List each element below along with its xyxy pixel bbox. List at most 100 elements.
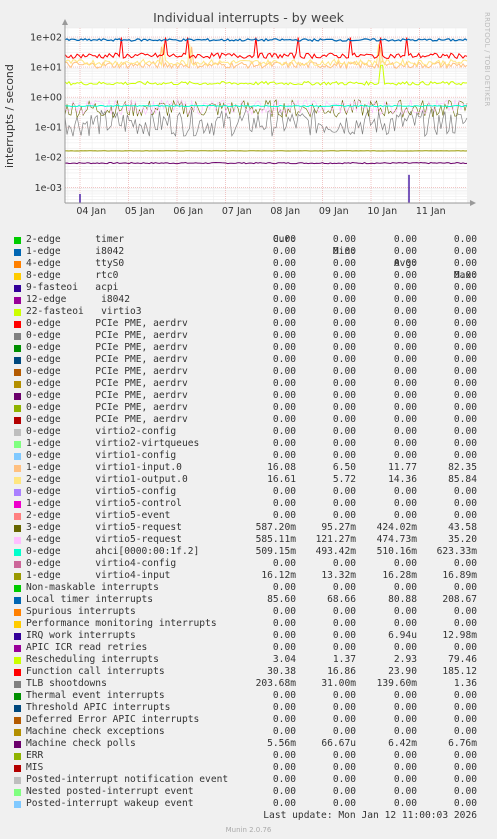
legend-header: Cur: Min: Avg: Max: [0, 222, 497, 281]
legend-max-value: 35.20 [448, 534, 477, 545]
legend-series-name: Deferred Error APIC interrupts [26, 714, 200, 725]
legend-row: 0-edge PCIe PME, aerdrv 0.00 0.00 0.00 0.00 [0, 354, 497, 366]
legend-row: 1-edge virtio1-input.0 16.08 6.50 11.77 82.3… [0, 462, 497, 474]
legend-row: 4-edge virtio5-request 585.11m 121.27m 474.… [0, 534, 497, 546]
legend-row: 2-edge timer 0.00 0.00 0.00 0.00 [0, 234, 497, 246]
x-axis-arrow [470, 200, 476, 206]
legend-series-name: IRQ work interrupts [26, 630, 136, 641]
legend-series-name: Machine check exceptions [26, 726, 165, 737]
legend-swatch [14, 297, 21, 304]
legend-swatch [14, 237, 21, 244]
legend-series-name: TLB shootdowns [26, 678, 107, 689]
legend-max-value: 85.84 [448, 474, 477, 485]
legend-min-value: 0.00 [332, 726, 356, 737]
legend-row: 1-edge i8042 0.00 0.00 0.00 0.00 [0, 246, 497, 258]
legend-min-value: 5.72 [332, 474, 356, 485]
y-tick-label: 1e-03 [35, 183, 62, 194]
legend-max-value: 0.00 [453, 306, 477, 317]
legend-min-value: 95.27m [321, 522, 356, 533]
legend-swatch [14, 741, 21, 748]
legend-row: 0-edge PCIe PME, aerdrv 0.00 0.00 0.00 0.00 [0, 342, 497, 354]
legend-series-name: ERR [26, 750, 44, 761]
legend-min-value: 31.00m [321, 678, 356, 689]
y-tick-label: 1e+00 [30, 93, 62, 104]
legend-max-value: 0.00 [453, 702, 477, 713]
legend-series-name: 12-edge i8042 [26, 294, 130, 305]
legend-series-name: Posted-interrupt notification event [26, 774, 229, 785]
x-tick-label: 09 Jan [319, 206, 349, 217]
legend-max-value: 0.00 [453, 354, 477, 365]
legend-max-value: 0.00 [453, 258, 477, 269]
legend-swatch [14, 501, 21, 508]
legend-series-name: Non-maskable interrupts [26, 582, 159, 593]
legend-row: Performance monitoring interrupts 0.00 0.0… [0, 618, 497, 630]
legend-swatch [14, 405, 21, 412]
legend-row: 0-edge PCIe PME, aerdrv 0.00 0.00 0.00 0.00 [0, 318, 497, 330]
legend-min-value: 0.00 [332, 342, 356, 353]
legend-row: Threshold APIC interrupts 0.00 0.00 0.00 0.0… [0, 702, 497, 714]
legend-min-value: 493.42m [315, 546, 356, 557]
legend-max-value: 623.33m [436, 546, 477, 557]
legend-min-value: 0.00 [332, 486, 356, 497]
legend-swatch [14, 777, 21, 784]
legend-max-value: 0.00 [453, 714, 477, 725]
legend-min-value: 0.00 [332, 402, 356, 413]
legend-series-name: Spurious interrupts [26, 606, 136, 617]
legend-table: Cur: Min: Avg: Max: 2-edge timer 0.00 0.00… [0, 222, 497, 810]
legend-swatch [14, 285, 21, 292]
legend-min-value: 0.00 [332, 690, 356, 701]
legend-row: Thermal event interrupts 0.00 0.00 0.00 0.00 [0, 690, 497, 702]
legend-min-value: 0.00 [332, 306, 356, 317]
legend-row: Non-maskable interrupts 0.00 0.00 0.00 0.00 [0, 582, 497, 594]
legend-swatch [14, 573, 21, 580]
legend-min-value: 0.00 [332, 366, 356, 377]
legend-max-value: 0.00 [453, 774, 477, 785]
legend-row: Posted-interrupt notification event 0.00 0… [0, 774, 497, 786]
legend-swatch [14, 549, 21, 556]
legend-max-value: 0.00 [453, 726, 477, 737]
legend-row: ERR 0.00 0.00 0.00 0.00 [0, 750, 497, 762]
legend-max-value: 0.00 [453, 762, 477, 773]
legend-row: 0-edge virtio4-config 0.00 0.00 0.00 0.00 [0, 558, 497, 570]
legend-swatch [14, 441, 21, 448]
legend-swatch [14, 345, 21, 352]
legend-row: Spurious interrupts 0.00 0.00 0.00 0.00 [0, 606, 497, 618]
legend-swatch [14, 657, 21, 664]
legend-max-value: 0.00 [453, 438, 477, 449]
legend-max-value: 0.00 [453, 234, 477, 245]
legend-series-name: 22-fasteoi virtio3 [26, 306, 142, 317]
legend-max-value: 0.00 [453, 582, 477, 593]
legend-series-name: 0-edge virtio2-config [26, 426, 177, 437]
legend-row: Nested posted-interrupt event 0.00 0.00 0.0… [0, 786, 497, 798]
y-tick-label: 1e+02 [30, 33, 62, 44]
legend-swatch [14, 669, 21, 676]
legend-series-name: 2-edge virtio5-event [26, 510, 171, 521]
legend-min-value: 0.00 [332, 354, 356, 365]
legend-series-name: 2-edge timer [26, 234, 125, 245]
legend-series-name: 0-edge PCIe PME, aerdrv [26, 354, 188, 365]
legend-swatch [14, 609, 21, 616]
legend-max-value: 1.36 [453, 678, 477, 689]
legend-swatch [14, 561, 21, 568]
legend-max-value: 0.00 [453, 426, 477, 437]
legend-min-value: 0.00 [332, 282, 356, 293]
legend-swatch [14, 489, 21, 496]
legend-max-value: 0.00 [453, 798, 477, 809]
legend-min-value: 0.00 [332, 318, 356, 329]
legend-min-value: 13.32m [321, 570, 356, 581]
legend-swatch [14, 717, 21, 724]
legend-row: MIS 0.00 0.00 0.00 0.00 [0, 762, 497, 774]
legend-swatch [14, 729, 21, 736]
legend-swatch [14, 249, 21, 256]
legend-min-value: 6.50 [332, 462, 356, 473]
legend-min-value: 0.00 [332, 798, 356, 809]
legend-min-value: 121.27m [315, 534, 356, 545]
x-tick-label: 11 Jan [416, 206, 446, 217]
legend-min-value: 0.00 [332, 270, 356, 281]
legend-series-name: Rescheduling interrupts [26, 654, 159, 665]
legend-max-value: 0.00 [453, 414, 477, 425]
legend-min-value: 0.00 [332, 426, 356, 437]
legend-swatch [14, 597, 21, 604]
legend-max-value: 0.00 [453, 246, 477, 257]
y-axis-arrow [62, 19, 68, 25]
